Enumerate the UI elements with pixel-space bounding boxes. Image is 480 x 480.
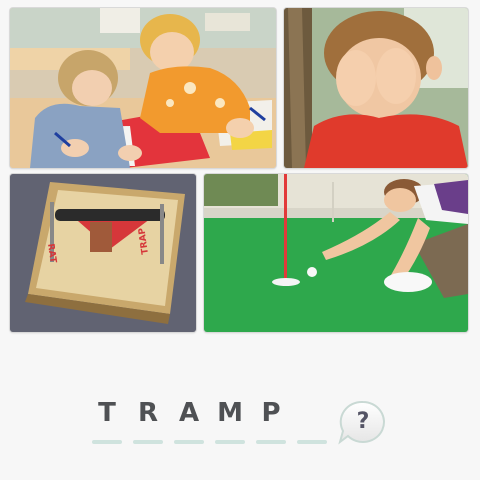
answer-slot-4[interactable]: M [215,396,245,444]
clue-image-children-writing[interactable] [10,8,276,168]
hint-button[interactable]: ? [336,398,390,448]
answer-slot-3[interactable]: A [174,396,204,444]
question-mark-icon: ? [356,409,370,434]
answer-letter: M [217,398,243,428]
children-writing-image [10,8,276,168]
clue-image-boy-covering-face[interactable] [284,8,468,168]
slot-underline [174,440,204,444]
answer-slot-2[interactable]: R [133,396,163,444]
boy-covering-face-image [284,8,468,168]
golfer-putting-image [204,174,468,332]
image-grid: RAT TRAP [0,0,480,340]
slot-underline [215,440,245,444]
slot-underline [133,440,163,444]
answer-slot-6[interactable] [297,396,327,444]
answer-letter: A [178,398,200,428]
slot-underline [256,440,286,444]
answer-letter: T [98,398,116,428]
answer-letter [297,396,327,430]
answer-letter: P [261,398,281,428]
answer-slots: T R A M P [92,396,332,448]
answer-slot-1[interactable]: T [92,396,122,444]
clue-image-mousetrap[interactable]: RAT TRAP [10,174,196,332]
mousetrap-image: RAT TRAP [10,174,196,332]
slot-underline [92,440,122,444]
answer-slot-5[interactable]: P [256,396,286,444]
clue-image-golfer-putting[interactable] [204,174,468,332]
answer-letter: R [137,398,159,428]
slot-underline [297,440,327,444]
